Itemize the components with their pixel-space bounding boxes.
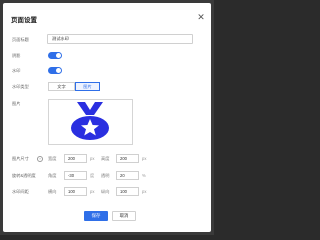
close-icon[interactable]: ✕ — [196, 12, 206, 22]
rotate-opacity-label: 旋转&透明度 — [12, 173, 36, 178]
page-title-label: 页面标题 — [12, 37, 29, 42]
type-option-text[interactable]: 文字 — [48, 82, 75, 91]
opacity-input[interactable]: 20 — [116, 171, 139, 180]
vertical-spacing-label: 纵向 — [101, 189, 110, 194]
image-size-label: 图片尺寸 — [12, 156, 29, 161]
watermark-label: 水印 — [12, 68, 21, 73]
type-option-image[interactable]: 图片 — [75, 82, 100, 91]
dialog-title: 页面设置 — [11, 17, 37, 24]
page-settings-dialog: 页面设置 ✕ 页面标题 测试水印 阴影 水印 水印类型 文字 图片 图片 图片尺… — [3, 3, 211, 232]
help-icon[interactable]: ? — [37, 156, 43, 162]
watermark-type-label: 水印类型 — [12, 84, 29, 89]
width-input[interactable]: 200 — [64, 154, 87, 163]
medal-icon — [71, 102, 109, 140]
horizontal-spacing-input[interactable]: 100 — [64, 187, 87, 196]
angle-input[interactable]: -30 — [64, 171, 87, 180]
width-label: 宽度 — [48, 156, 57, 161]
shadow-label: 阴影 — [12, 53, 21, 58]
cancel-button[interactable]: 取消 — [112, 211, 136, 221]
opacity-unit: % — [142, 173, 146, 178]
opacity-label: 透明 — [101, 173, 110, 178]
angle-unit: 度 — [90, 173, 95, 178]
image-label: 图片 — [12, 101, 21, 106]
width-unit: px — [90, 156, 95, 161]
toggle-knob — [56, 53, 61, 58]
horizontal-spacing-label: 横向 — [48, 189, 57, 194]
height-label: 高度 — [101, 156, 110, 161]
spacing-label: 水印间距 — [12, 189, 29, 194]
watermark-image-preview[interactable] — [48, 99, 133, 145]
horizontal-spacing-unit: px — [90, 189, 95, 194]
angle-label: 角度 — [48, 173, 57, 178]
page-title-input[interactable]: 测试水印 — [47, 34, 193, 44]
toggle-knob — [56, 68, 61, 73]
height-unit: px — [142, 156, 147, 161]
shadow-toggle[interactable] — [48, 52, 62, 59]
vertical-spacing-input[interactable]: 100 — [116, 187, 139, 196]
height-input[interactable]: 200 — [116, 154, 139, 163]
vertical-spacing-unit: px — [142, 189, 147, 194]
watermark-toggle[interactable] — [48, 67, 62, 74]
save-button[interactable]: 保存 — [84, 211, 108, 221]
